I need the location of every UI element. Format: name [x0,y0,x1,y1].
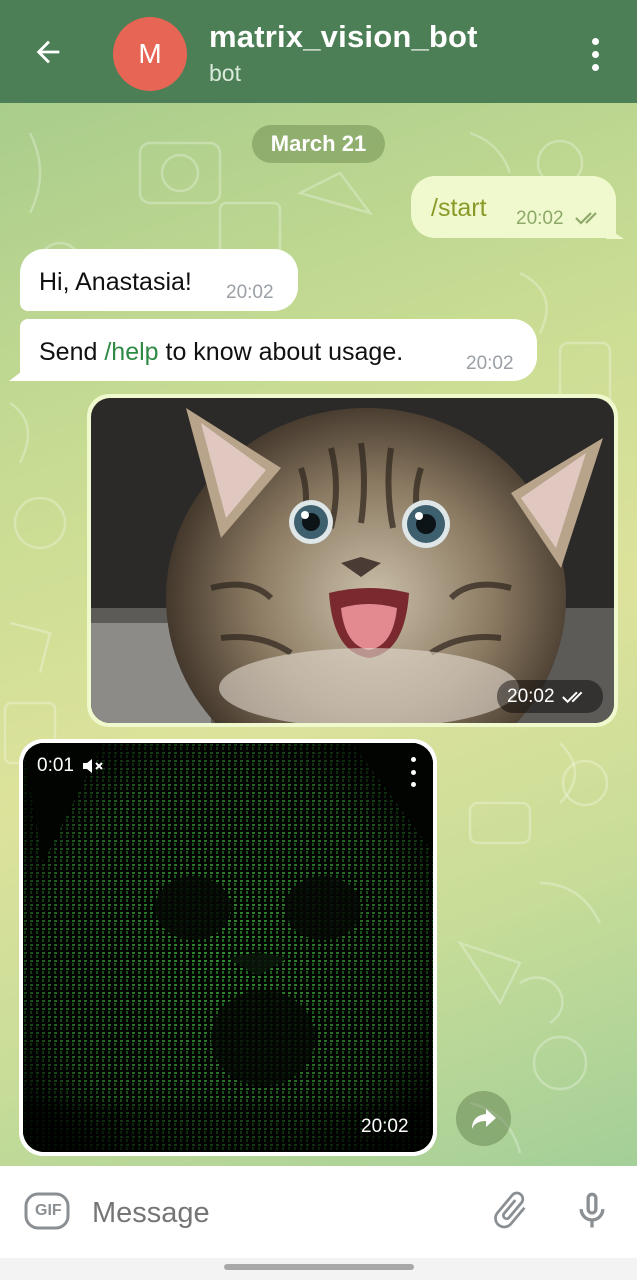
message-time: 20:02 [226,282,274,303]
forward-icon [471,1108,496,1129]
message-input[interactable] [90,1196,474,1231]
message-time: 20:02 [466,353,514,374]
voice-button[interactable] [570,1188,614,1239]
avatar-letter: M [138,38,162,69]
back-button[interactable] [28,32,68,72]
bot-command-link[interactable]: /help [104,338,158,366]
microphone-icon [579,1192,605,1228]
message-time: 20:02 [516,208,564,229]
forward-button[interactable] [456,1091,511,1146]
composer: GIF [0,1166,637,1258]
more-menu-button[interactable] [580,34,610,74]
photo-message[interactable]: 20:02 [87,394,618,727]
read-check-icon [575,212,597,225]
home-handle[interactable] [224,1264,414,1270]
message-list[interactable]: March 21 /start 20:02 Hi, Anastasia! 20:… [0,103,637,1166]
video-duration: 0:01 [37,755,104,777]
incoming-message[interactable]: Send /help to know about usage. 20:02 [20,319,537,381]
avatar[interactable]: M [113,17,187,91]
matrix-kitten-video[interactable] [23,743,433,1152]
message-text: Send /help to know about usage. [39,338,404,366]
paperclip-icon [494,1191,526,1229]
message-time: 20:02 [361,1116,409,1137]
muted-icon[interactable] [82,757,104,775]
system-nav-bar [0,1258,637,1280]
gif-label: GIF [35,1202,62,1219]
video-menu-button[interactable] [409,757,417,787]
gif-button[interactable]: GIF [24,1192,70,1235]
video-message[interactable]: 0:01 20:02 [19,739,437,1156]
more-vertical-icon [591,37,599,45]
date-separator: March 21 [252,125,385,163]
kitten-photo[interactable] [91,398,614,723]
photo-meta: 20:02 [497,680,603,713]
chat-header: M matrix_vision_bot bot [0,0,637,103]
arrow-left-icon [36,40,60,64]
more-vertical-icon [410,757,416,762]
incoming-message[interactable]: Hi, Anastasia! 20:02 [20,249,298,311]
chat-title[interactable]: matrix_vision_bot [209,19,478,55]
chat-subtitle: bot [209,60,241,86]
attach-button[interactable] [488,1188,532,1237]
outgoing-message[interactable]: /start 20:02 [411,176,616,238]
message-text: /start [431,194,487,222]
bubble-tail [606,227,624,239]
bubble-tail [9,369,25,381]
read-check-icon [561,691,582,703]
message-text: Hi, Anastasia! [39,268,192,296]
message-time: 20:02 [507,685,555,707]
